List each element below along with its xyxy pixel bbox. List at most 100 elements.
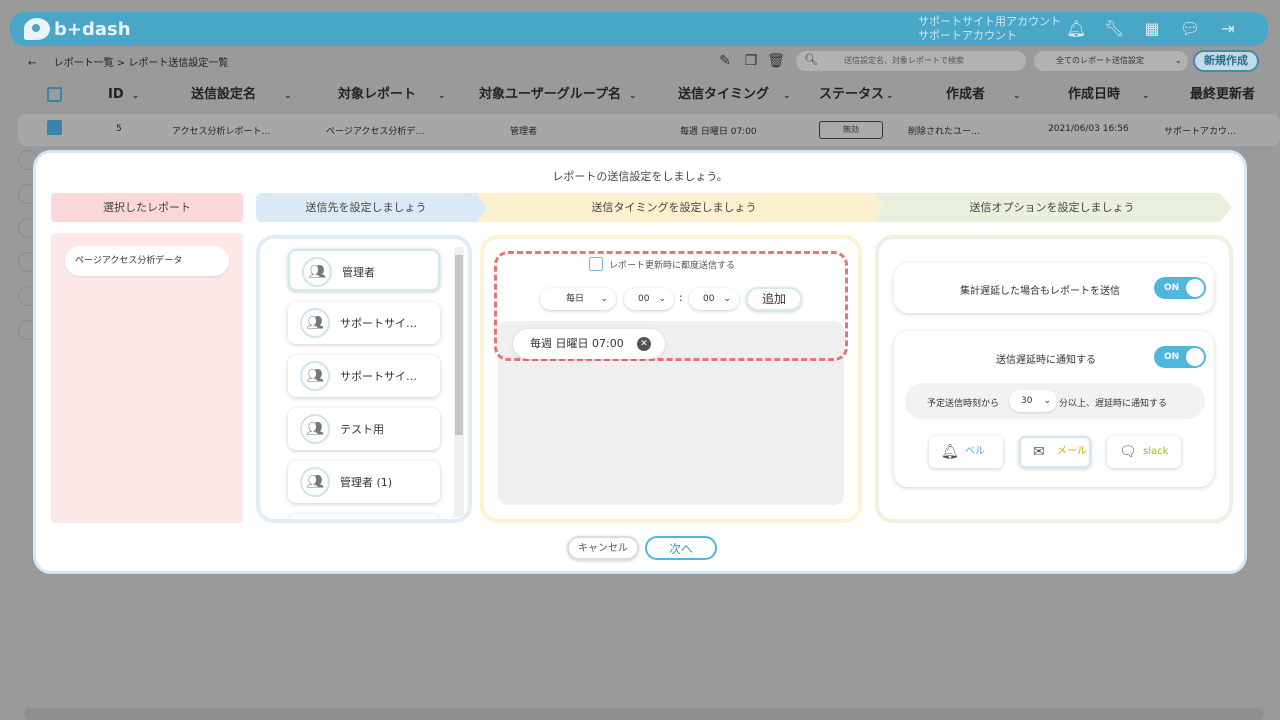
column-header-group[interactable]: 対象ユーザーグループ名 ⌄ [479,82,637,108]
search-placeholder: 送信設定名、対象レポートで検索 [844,56,964,65]
logout-icon[interactable]: ⇥ [1218,19,1238,39]
selected-report-item[interactable]: ページアクセス分析データ [65,246,229,276]
breadcrumb-separator: > [116,58,126,69]
delay-send-toggle[interactable]: ON [1154,277,1206,299]
destination-item[interactable]: 👥︎ サポートサイ… [288,355,440,397]
table-header: ID ⌄ 送信設定名 ⌄ 対象レポート ⌄ 対象ユーザーグループ名 ⌄ 送信タイミング ⌄… [0,82,1280,108]
row-report: ページアクセス分析デ… [326,127,425,137]
chevron-down-icon: ⌄ [723,294,731,304]
chevron-down-icon: ⌄ [1043,396,1051,406]
row-name: アクセス分析レポート… [172,127,271,137]
mail-channel-button[interactable]: ✉ メール [1019,436,1091,468]
copy-icon[interactable]: ❐ [742,52,760,70]
destination-item[interactable] [288,514,440,519]
chevron-down-icon: ⌄ [886,91,894,101]
horizontal-scrollbar[interactable] [24,708,1264,720]
destination-label: 管理者 (1) [340,476,393,489]
chevron-down-icon: ⌄ [1174,56,1182,66]
help-chat-icon[interactable]: 💬︎ [1180,19,1200,39]
wrench-icon[interactable]: 🔧︎ [1104,19,1124,39]
row-updater: サポートアカウ… [1164,127,1237,137]
destination-label: サポートサイ… [340,317,417,330]
scrollbar-thumb[interactable] [455,255,463,435]
destination-item[interactable]: 👥︎ テスト用 [288,408,440,450]
status-badge: 無効 [819,121,883,139]
cancel-button[interactable]: キャンセル [567,536,639,560]
account-name: サポートアカウント [918,29,1017,42]
bell-icon[interactable]: 🔔︎ [1066,19,1086,39]
new-create-button[interactable]: 新規作成 [1193,50,1259,72]
step-timing: 送信タイミングを設定しましょう [591,201,757,214]
delay-prefix: 予定送信時刻から [927,399,1000,409]
send-settings-modal: レポートの送信設定をしましょう。 選択したレポート 送信先を設定しましょう 送信… [33,150,1247,574]
chevron-down-icon: ⌄ [438,91,446,101]
mail-icon: ✉ [1033,444,1045,460]
toggle-knob [1186,348,1204,366]
user-group-icon: 👥︎ [300,414,330,444]
destination-panel: 👥︎ 管理者 👥︎ サポートサイ… 👥︎ サポートサイ… 👥︎ テスト用 👥︎ … [256,235,472,523]
column-header-id[interactable]: ID ⌄ [108,82,139,108]
bell-icon: 🔔︎ [941,444,959,460]
step-destination: 送信先を設定しましょう [305,201,427,214]
report-filter-select[interactable]: 全てのレポート送信設定 ⌄ [1034,51,1188,71]
chevron-down-icon: ⌄ [783,91,791,101]
chevron-down-icon: ⌄ [1013,91,1021,101]
slack-channel-button[interactable]: 🗨︎ slack [1107,436,1181,468]
delay-suffix: 分以上、遅延時に通知する [1059,399,1168,409]
every-update-checkbox[interactable] [589,257,603,271]
row-checkbox[interactable] [47,120,62,135]
bell-channel-button[interactable]: 🔔︎ ベル [929,436,1003,468]
row-group: 管理者 [510,127,538,137]
trash-icon[interactable]: 🗑︎ [767,52,785,70]
delay-send-label: 集計遅延した場合もレポートを送信 [960,286,1120,297]
column-header-created[interactable]: 作成日時 ⌄ [1068,82,1150,108]
account-site: サポートサイト用アカウント [918,15,1061,28]
step-selected-report: 選択したレポート [103,201,191,214]
column-header-status[interactable]: ステータス ⌄ [819,82,894,108]
top-bar: b+dash サポートサイト用アカウント サポートアカウント 🔔︎ 🔧︎ ▦ 💬… [10,12,1268,46]
user-group-icon: 👥︎ [302,257,332,287]
user-group-icon: 👥︎ [300,467,330,497]
notify-label: 送信遅延時に通知する [996,355,1096,366]
column-header-timing[interactable]: 送信タイミング ⌄ [678,82,791,108]
column-header-updater[interactable]: 最終更新者 [1190,82,1255,108]
minute-select[interactable]: 00 ⌄ [689,288,739,310]
destination-item[interactable]: 👥︎ 管理者 [288,249,440,291]
chat-icon: 🗨︎ [1119,444,1137,460]
destination-item[interactable]: 👥︎ 管理者 (1) [288,461,440,503]
select-all-checkbox[interactable] [47,87,62,102]
app-logo[interactable]: b+dash [24,17,131,41]
delay-threshold-row: 予定送信時刻から 30 ⌄ 分以上、遅延時に通知する [905,383,1205,419]
user-group-icon: 👥︎ [300,308,330,338]
column-header-report[interactable]: 対象レポート ⌄ [338,82,446,108]
notify-toggle[interactable]: ON [1154,346,1206,368]
back-arrow-icon[interactable]: ← [28,58,36,69]
destination-label: テスト用 [340,423,384,436]
every-update-label: レポート更新時に都度送信する [609,261,736,271]
destination-scrollbar[interactable] [454,247,464,517]
column-header-creator[interactable]: 作成者 ⌄ [946,82,1021,108]
column-header-name[interactable]: 送信設定名 ⌄ [191,82,292,108]
edit-icon[interactable]: ✎ [716,52,734,70]
breadcrumb-report-list[interactable]: レポート一覧 [54,58,114,69]
add-timing-button[interactable]: 追加 [746,287,802,311]
delay-minutes-select[interactable]: 30 ⌄ [1009,390,1057,412]
chevron-down-icon: ⌄ [284,91,292,101]
delay-send-card: 集計遅延した場合もレポートを送信 ON [894,263,1214,313]
logo-text: b+dash [54,18,131,40]
search-input[interactable]: 🔍︎ 送信設定名、対象レポートで検索 [796,51,1026,71]
timing-chip-label: 毎週 日曜日 07:00 [530,337,624,350]
next-button[interactable]: 次へ [645,536,717,560]
close-icon[interactable]: ✕ [637,337,651,351]
chevron-down-icon: ⌄ [600,294,608,304]
destination-label: 管理者 [342,266,375,279]
grid-icon[interactable]: ▦ [1142,19,1162,39]
frequency-select[interactable]: 毎日 ⌄ [540,288,616,310]
hour-select[interactable]: 00 ⌄ [624,288,674,310]
account-info[interactable]: サポートサイト用アカウント サポートアカウント [918,15,1061,43]
timing-chip: 毎週 日曜日 07:00 ✕ [513,329,665,359]
time-colon: : [679,291,683,304]
destination-item[interactable]: 👥︎ サポートサイ… [288,302,440,344]
chevron-down-icon: ⌄ [1142,91,1150,101]
row-id: 5 [116,124,122,134]
